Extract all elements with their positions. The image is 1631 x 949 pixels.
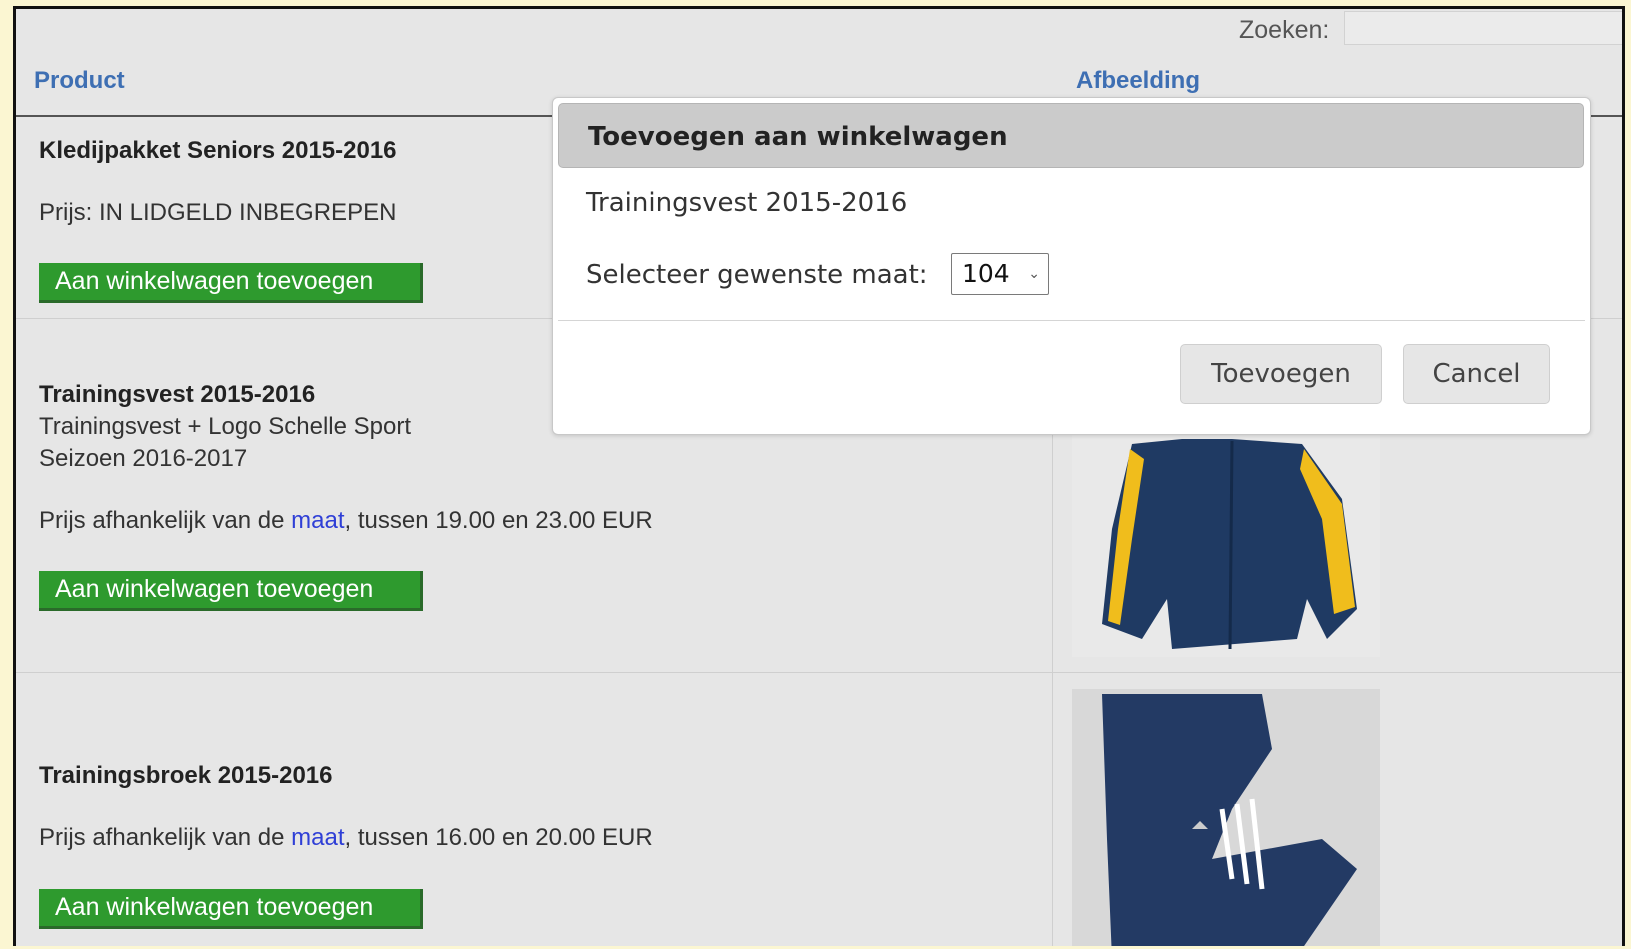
dialog-title: Toevoegen aan winkelwagen: [588, 122, 1008, 152]
product-description: Trainingsvest + Logo Schelle Sport: [39, 413, 411, 440]
size-link[interactable]: maat: [291, 507, 344, 534]
product-title: Trainingsbroek 2015-2016: [39, 762, 333, 789]
search-label: Zoeken:: [1239, 16, 1330, 44]
trousers-image-graphic: [1102, 694, 1357, 946]
cancel-button[interactable]: Cancel: [1403, 344, 1550, 404]
price-suffix: , tussen 19.00 en 23.00 EUR: [344, 507, 653, 534]
add-to-cart-button[interactable]: Aan winkelwagen toevoegen: [39, 889, 423, 929]
search-input[interactable]: [1344, 11, 1622, 45]
product-season: Seizoen 2016-2017: [39, 445, 248, 472]
size-select[interactable]: 104 ⌄: [951, 253, 1049, 295]
trousers-image[interactable]: [1072, 689, 1380, 946]
price-suffix: , tussen 16.00 en 20.00 EUR: [344, 824, 653, 851]
add-button[interactable]: Toevoegen: [1180, 344, 1382, 404]
dialog-divider: [558, 320, 1585, 321]
column-header-image[interactable]: Afbeelding: [1076, 67, 1200, 95]
row-divider: [16, 672, 1622, 673]
column-header-product[interactable]: Product: [34, 67, 125, 95]
dialog-titlebar[interactable]: Toevoegen aan winkelwagen: [558, 103, 1584, 168]
product-title: Trainingsvest 2015-2016: [39, 381, 316, 408]
product-title: Kledijpakket Seniors 2015-2016: [39, 137, 397, 164]
add-to-cart-button[interactable]: Aan winkelwagen toevoegen: [39, 571, 423, 611]
size-link[interactable]: maat: [291, 824, 344, 851]
chevron-down-icon: ⌄: [1028, 266, 1040, 282]
price-prefix: Prijs afhankelijk van de: [39, 824, 292, 851]
add-to-cart-dialog: Toevoegen aan winkelwagen Trainingsvest …: [552, 97, 1591, 435]
product-price: Prijs afhankelijk van de maat, tussen 16…: [39, 824, 653, 852]
size-label: Selecteer gewenste maat:: [586, 260, 928, 290]
product-price: Prijs: IN LIDGELD INBEGREPEN: [39, 199, 397, 226]
page-frame: Zoeken: Product Afbeelding Kledijpakket …: [13, 6, 1625, 946]
size-select-value: 104: [962, 259, 1010, 288]
add-to-cart-button[interactable]: Aan winkelwagen toevoegen: [39, 263, 423, 303]
price-prefix: Prijs afhankelijk van de: [39, 507, 292, 534]
product-price: Prijs afhankelijk van de maat, tussen 19…: [39, 507, 653, 535]
dialog-product-name: Trainingsvest 2015-2016: [586, 188, 908, 218]
